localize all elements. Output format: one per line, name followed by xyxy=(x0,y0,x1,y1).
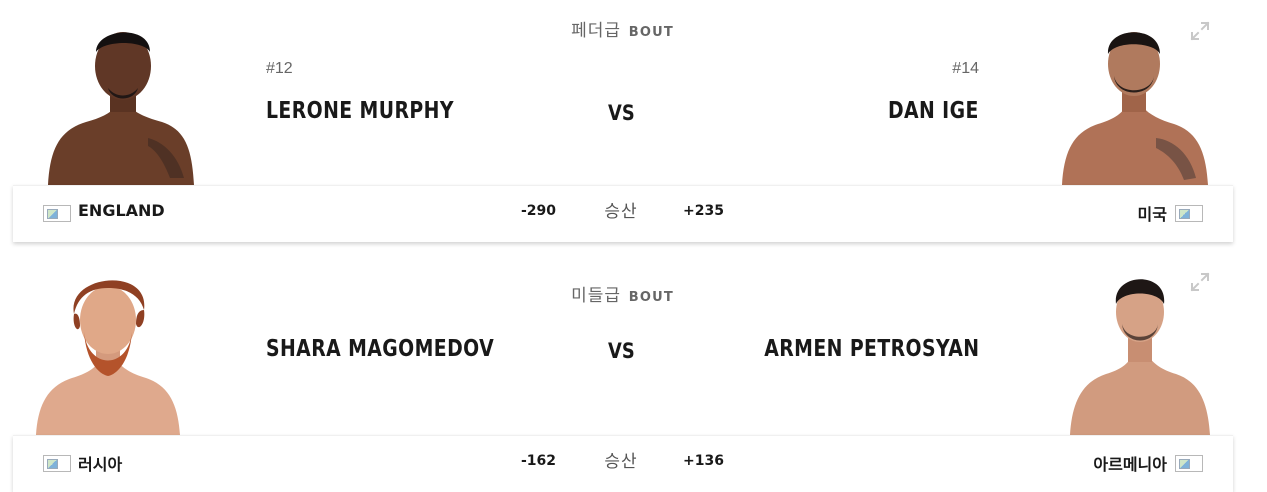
weight-class-label: 페더급 xyxy=(571,21,621,40)
red-fighter-country: ENGLAND xyxy=(78,201,165,220)
red-fighter-country: 러시아 xyxy=(78,455,123,474)
blue-fighter-name[interactable]: DAN IGE xyxy=(888,98,979,124)
blue-fighter-photo[interactable] xyxy=(1066,270,1216,435)
blue-flag-icon xyxy=(1175,205,1203,222)
blue-fighter-odds: +136 xyxy=(683,453,724,469)
vs-label: VS xyxy=(608,101,635,125)
blue-fighter-rank: #14 xyxy=(952,60,979,77)
odds-label: 승산 xyxy=(604,452,638,471)
odds-label: 승산 xyxy=(604,202,638,221)
red-fighter-odds: -290 xyxy=(520,203,556,219)
red-fighter-photo[interactable] xyxy=(32,270,184,435)
blue-fighter-country: 미국 xyxy=(1137,205,1167,224)
blue-fighter-odds: +235 xyxy=(683,203,724,219)
bout-card[interactable]: 페더급 BOUT #12 LERONE MURPHY VS #14 DAN IG… xyxy=(0,0,1267,250)
red-flag-icon xyxy=(43,205,71,222)
bout-card[interactable]: 미들급 BOUT SHARA MAGOMEDOV VS ARMEN PETROS… xyxy=(0,265,1267,492)
odds-bar: 러시아 -162 승산 +136 아르메니아 xyxy=(13,435,1233,492)
blue-fighter-country: 아르메니아 xyxy=(1093,455,1167,474)
odds-bar: ENGLAND -290 승산 +235 미국 xyxy=(13,185,1233,242)
vs-label: VS xyxy=(608,339,635,363)
red-fighter-name[interactable]: LERONE MURPHY xyxy=(266,98,454,124)
weight-class-title: 미들급 BOUT xyxy=(0,281,1245,306)
red-fighter-rank: #12 xyxy=(266,60,293,77)
bout-label: BOUT xyxy=(628,25,674,40)
bout-label: BOUT xyxy=(628,290,674,305)
red-fighter-name[interactable]: SHARA MAGOMEDOV xyxy=(266,336,494,362)
blue-flag-icon xyxy=(1175,455,1203,472)
red-fighter-odds: -162 xyxy=(520,453,556,469)
blue-fighter-name[interactable]: ARMEN PETROSYAN xyxy=(764,336,979,362)
red-fighter-photo[interactable] xyxy=(38,18,200,185)
red-flag-icon xyxy=(43,455,71,472)
blue-fighter-photo[interactable] xyxy=(1056,18,1214,185)
weight-class-label: 미들급 xyxy=(571,286,621,305)
